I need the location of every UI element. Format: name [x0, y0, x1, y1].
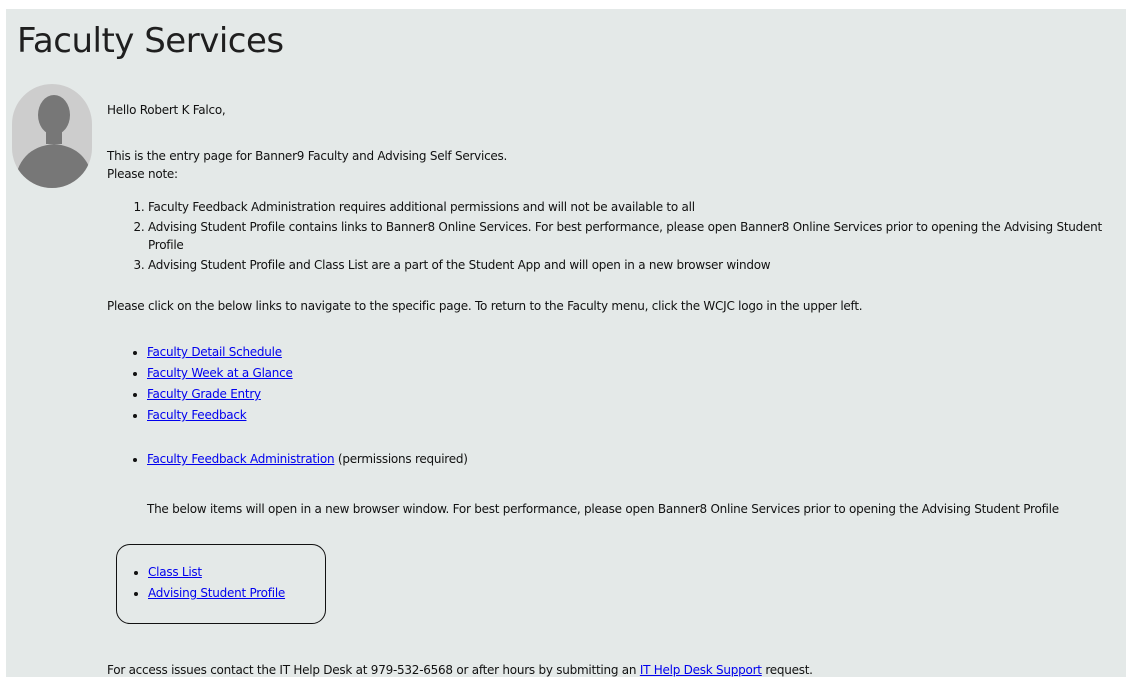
- note-item: Advising Student Profile and Class List …: [148, 256, 1128, 274]
- faculty-services-panel: Faculty Services Hello Robert K Falco, T…: [6, 9, 1126, 677]
- new-window-note-text: The below items will open in a new brows…: [147, 502, 1059, 516]
- it-help-desk-support-link[interactable]: IT Help Desk Support: [640, 663, 762, 677]
- note-item: Advising Student Profile contains links …: [148, 218, 1128, 254]
- note-item: Faculty Feedback Administration requires…: [148, 198, 1128, 216]
- nav-instructions-text: Please click on the below links to navig…: [107, 299, 863, 313]
- faculty-feedback-link[interactable]: Faculty Feedback: [147, 408, 247, 422]
- please-note-heading: Please note:: [107, 167, 178, 181]
- help-desk-note: For access issues contact the IT Help De…: [107, 661, 813, 679]
- list-item: Faculty Feedback Administration (permiss…: [147, 450, 468, 468]
- student-app-links-list: Class List Advising Student Profile: [117, 562, 285, 604]
- user-silhouette-icon: [12, 84, 92, 188]
- faculty-links-list: Faculty Detail Schedule Faculty Week at …: [107, 342, 293, 426]
- avatar: [12, 84, 92, 188]
- help-desk-note-suffix: request.: [761, 663, 813, 677]
- intro-text: This is the entry page for Banner9 Facul…: [107, 149, 508, 163]
- class-list-link[interactable]: Class List: [148, 565, 202, 579]
- faculty-feedback-administration-link[interactable]: Faculty Feedback Administration: [147, 452, 335, 466]
- list-item: Advising Student Profile: [148, 583, 285, 604]
- advising-student-profile-link[interactable]: Advising Student Profile: [148, 586, 285, 600]
- list-item: Class List: [148, 562, 285, 583]
- list-item: Faculty Detail Schedule: [147, 342, 293, 363]
- notes-list: Faculty Feedback Administration requires…: [107, 198, 1128, 276]
- list-item: Faculty Feedback: [147, 405, 293, 426]
- greeting-text: Hello Robert K Falco,: [107, 103, 226, 117]
- admin-links-list: Faculty Feedback Administration (permiss…: [107, 450, 468, 468]
- faculty-detail-schedule-link[interactable]: Faculty Detail Schedule: [147, 345, 282, 359]
- page-title: Faculty Services: [17, 21, 284, 61]
- faculty-grade-entry-link[interactable]: Faculty Grade Entry: [147, 387, 261, 401]
- list-item: Faculty Grade Entry: [147, 384, 293, 405]
- help-desk-note-prefix: For access issues contact the IT Help De…: [107, 663, 640, 677]
- list-item: Faculty Week at a Glance: [147, 363, 293, 384]
- permissions-required-text: (permissions required): [334, 452, 468, 466]
- student-app-links-highlight: Class List Advising Student Profile: [116, 544, 326, 624]
- faculty-week-at-a-glance-link[interactable]: Faculty Week at a Glance: [147, 366, 293, 380]
